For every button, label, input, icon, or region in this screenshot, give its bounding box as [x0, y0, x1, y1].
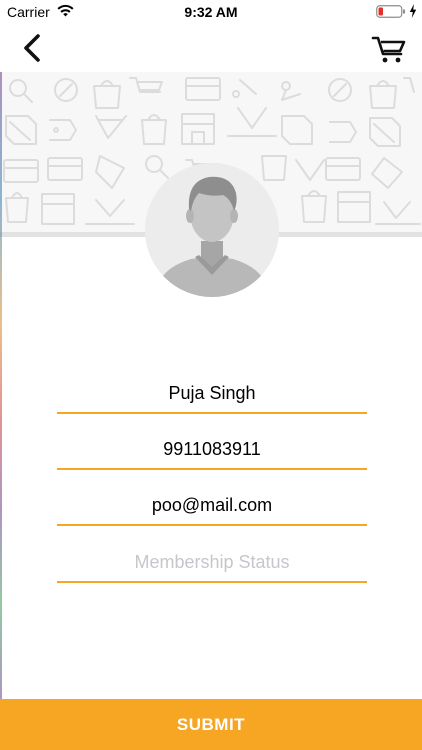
- back-button[interactable]: [16, 30, 52, 66]
- membership-status-placeholder: Membership Status: [134, 552, 290, 572]
- email-field[interactable]: poo@mail.com: [57, 482, 367, 526]
- name-field[interactable]: Puja Singh: [57, 370, 367, 414]
- clock-time: 9:32 AM: [184, 4, 238, 20]
- charging-bolt-icon: [409, 4, 417, 18]
- edge-strip: [0, 72, 2, 700]
- cart-button[interactable]: [370, 30, 410, 66]
- nav-bar: [0, 24, 422, 72]
- phone-field[interactable]: 9911083911: [57, 426, 367, 470]
- status-bar: Carrier 9:32 AM: [0, 0, 422, 24]
- user-avatar-icon: [145, 163, 279, 297]
- battery-icon: [376, 5, 405, 18]
- membership-status-field[interactable]: Membership Status: [57, 539, 367, 583]
- submit-button[interactable]: SUBMIT: [0, 699, 422, 750]
- phone-input-value: 9911083911: [163, 439, 261, 459]
- cart-icon: [371, 36, 406, 63]
- submit-label: SUBMIT: [176, 715, 246, 734]
- chevron-left-icon: [24, 34, 40, 62]
- email-input-value: poo@mail.com: [151, 495, 273, 515]
- name-input-value: Puja Singh: [168, 383, 256, 403]
- profile-avatar[interactable]: [145, 163, 279, 297]
